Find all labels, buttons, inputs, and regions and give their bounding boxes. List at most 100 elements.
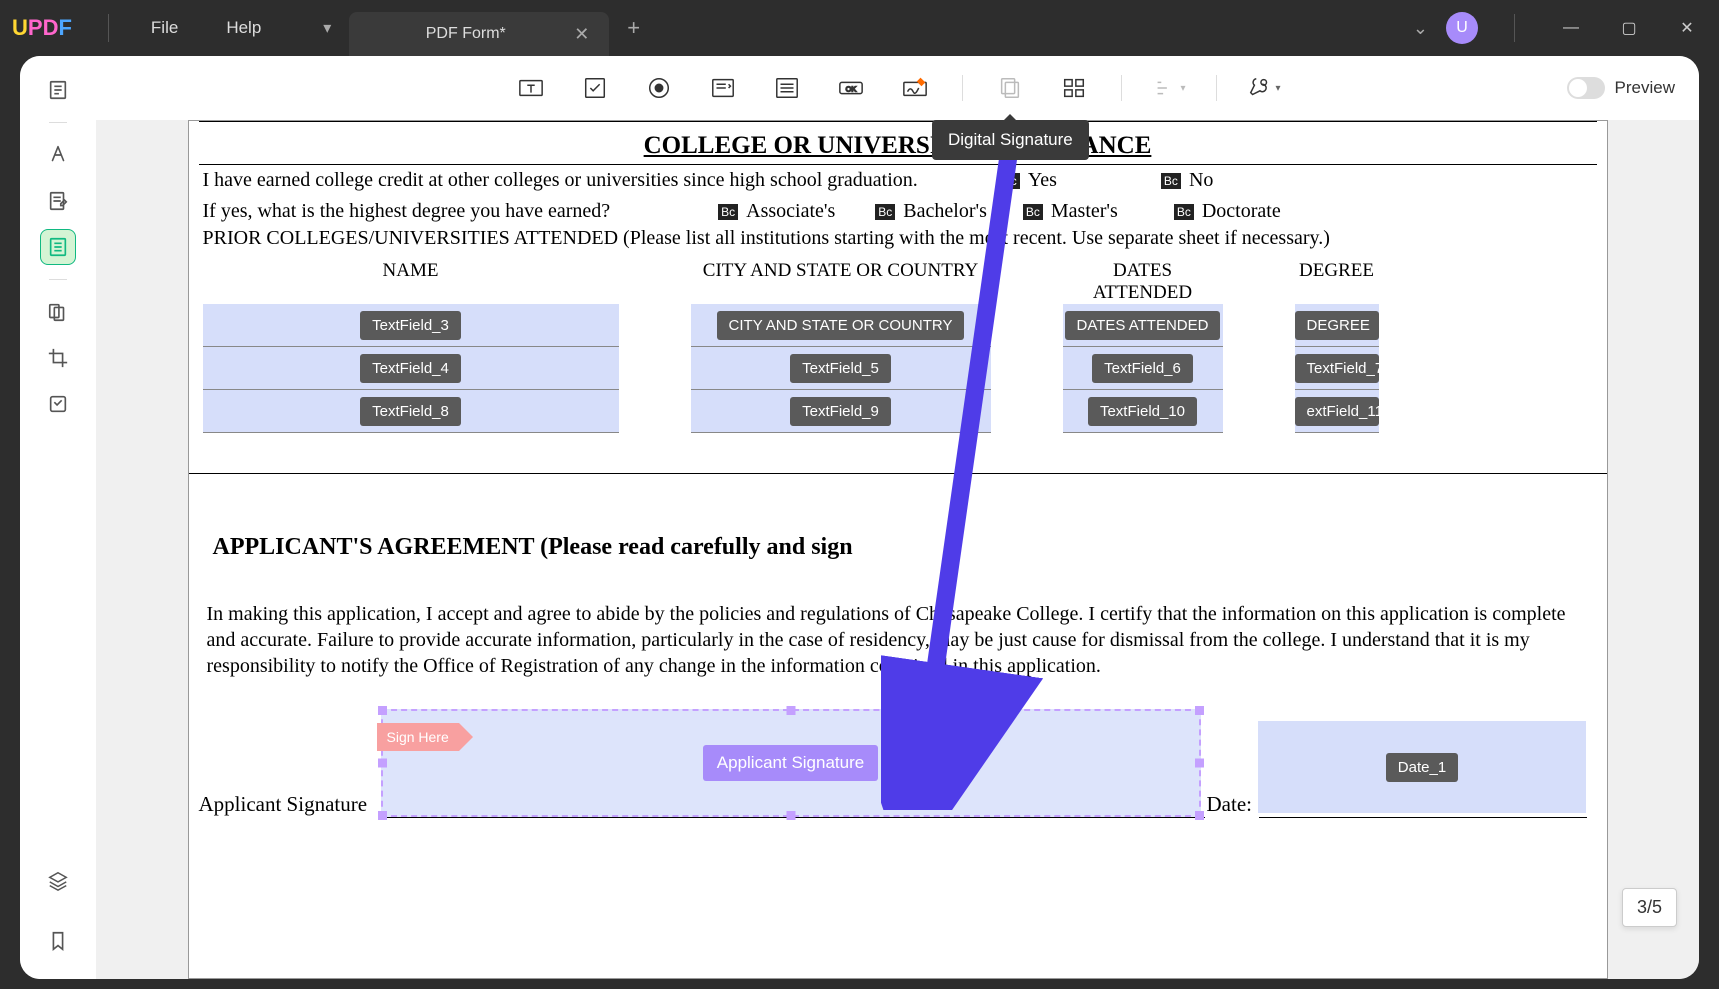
opt-yes[interactable]: BcYes — [1000, 169, 1057, 192]
organize-icon[interactable] — [40, 294, 76, 330]
separator — [49, 279, 67, 280]
separator — [49, 122, 67, 123]
sign-here-tag: Sign Here — [377, 723, 459, 751]
preview-toggle[interactable] — [1567, 77, 1605, 99]
degree-question-row: If yes, what is the highest degree you h… — [199, 192, 1597, 223]
content-area: OK ▾ ▾ Preview Digital Signature COLLEGE… — [96, 56, 1699, 979]
align-tool-icon[interactable] — [1057, 71, 1091, 105]
button-tool-icon[interactable]: OK — [834, 71, 868, 105]
bookmark-icon[interactable] — [40, 923, 76, 959]
tools-icon[interactable]: ▾ — [1247, 71, 1281, 105]
minimize-icon[interactable]: — — [1551, 8, 1591, 48]
textfield[interactable]: DEGREE — [1295, 304, 1379, 347]
copy-tool-icon[interactable] — [993, 71, 1027, 105]
textfield[interactable]: TextField_9 — [691, 390, 991, 433]
signature-field[interactable]: Sign Here Applicant Signature — [381, 709, 1201, 817]
date-field-label: Date_1 — [1386, 753, 1458, 782]
chevron-down-icon[interactable]: ⌄ — [1413, 18, 1428, 39]
th-dates: DATES ATTENDED — [1063, 260, 1223, 304]
resize-handle[interactable] — [786, 811, 795, 820]
agreement-text: In making this application, I accept and… — [199, 591, 1597, 709]
table-row: TextField_4 TextField_5 TextField_6 Text… — [203, 347, 1593, 390]
signature-field-label: Applicant Signature — [703, 745, 878, 781]
svg-text:OK: OK — [846, 85, 857, 94]
section-title: COLLEGE OR UNIVERSITY ATTENDANCE — [199, 122, 1597, 164]
layers-icon[interactable] — [40, 863, 76, 899]
form-icon[interactable] — [40, 229, 76, 265]
th-degree: DEGREE — [1295, 260, 1379, 304]
credit-question-text: I have earned college credit at other co… — [203, 169, 918, 192]
table-row: TextField_8 TextField_9 TextField_10 ext… — [203, 390, 1593, 433]
pdf-page: COLLEGE OR UNIVERSITY ATTENDANCE I have … — [188, 120, 1608, 979]
colleges-table: NAME CITY AND STATE OR COUNTRY DATES ATT… — [199, 260, 1597, 473]
comment-icon[interactable] — [40, 137, 76, 173]
tab-close-icon[interactable]: ✕ — [574, 24, 589, 45]
home-tab[interactable]: ▾ — [305, 0, 349, 56]
titlebar: UPDF File Help ▾ PDF Form* ✕ + ⌄ U — ▢ ✕ — [0, 0, 1719, 56]
resize-handle[interactable] — [378, 759, 387, 768]
sidebar — [20, 56, 96, 979]
prior-colleges-text: PRIOR COLLEGES/UNIVERSITIES ATTENDED (Pl… — [199, 223, 1597, 260]
form-toolbar: OK ▾ ▾ Preview — [96, 56, 1699, 120]
textfield-tool-icon[interactable] — [514, 71, 548, 105]
textfield[interactable]: TextField_3 — [203, 304, 619, 347]
resize-handle[interactable] — [786, 706, 795, 715]
reader-icon[interactable] — [40, 72, 76, 108]
resize-handle[interactable] — [1195, 759, 1204, 768]
degree-question-text: If yes, what is the highest degree you h… — [203, 200, 611, 223]
checkbox-tool-icon[interactable] — [578, 71, 612, 105]
tab-area: ▾ PDF Form* ✕ + — [305, 0, 658, 56]
opt-no[interactable]: BcNo — [1161, 169, 1213, 192]
opt-bachelor[interactable]: BcBachelor's — [875, 200, 987, 223]
textfield[interactable]: extField_11 — [1295, 390, 1379, 433]
maximize-icon[interactable]: ▢ — [1609, 8, 1649, 48]
opt-master[interactable]: BcMaster's — [1023, 200, 1118, 223]
divider — [1514, 14, 1515, 42]
tab-add-icon[interactable]: + — [609, 15, 658, 41]
date-field[interactable]: Date_1 — [1258, 721, 1586, 813]
distribute-tool-icon[interactable]: ▾ — [1152, 71, 1186, 105]
textfield[interactable]: TextField_7 — [1295, 347, 1379, 390]
preview-label: Preview — [1615, 78, 1675, 98]
radio-tool-icon[interactable] — [642, 71, 676, 105]
separator — [1216, 75, 1217, 101]
dropdown-tool-icon[interactable] — [706, 71, 740, 105]
redact-icon[interactable] — [40, 386, 76, 422]
resize-handle[interactable] — [378, 706, 387, 715]
signature-field-wrapper: Sign Here Applicant Signature — [381, 709, 1201, 817]
document-viewport[interactable]: COLLEGE OR UNIVERSITY ATTENDANCE I have … — [96, 120, 1699, 979]
signature-label: Applicant Signature — [199, 792, 385, 817]
separator — [1121, 75, 1122, 101]
tooltip: Digital Signature — [932, 120, 1089, 160]
resize-handle[interactable] — [1195, 811, 1204, 820]
th-city: CITY AND STATE OR COUNTRY — [691, 260, 991, 304]
menu-file[interactable]: File — [127, 18, 202, 38]
edit-icon[interactable] — [40, 183, 76, 219]
date-label: Date: — [1207, 792, 1252, 817]
opt-associate[interactable]: BcAssociate's — [718, 200, 835, 223]
document-tab[interactable]: PDF Form* ✕ — [349, 12, 609, 56]
opt-doctorate[interactable]: BcDoctorate — [1174, 200, 1281, 223]
close-icon[interactable]: ✕ — [1667, 8, 1707, 48]
textfield[interactable]: TextField_6 — [1063, 347, 1223, 390]
resize-handle[interactable] — [378, 811, 387, 820]
textfield[interactable]: TextField_4 — [203, 347, 619, 390]
signature-tool-icon[interactable] — [898, 71, 932, 105]
textfield[interactable]: TextField_8 — [203, 390, 619, 433]
separator — [962, 75, 963, 101]
textfield[interactable]: DATES ATTENDED — [1063, 304, 1223, 347]
table-header: NAME CITY AND STATE OR COUNTRY DATES ATT… — [203, 260, 1593, 304]
tab-name: PDF Form* — [369, 25, 562, 43]
titlebar-right: ⌄ U — ▢ ✕ — [1413, 8, 1707, 48]
textfield[interactable]: TextField_5 — [691, 347, 991, 390]
app-logo: UPDF — [12, 15, 72, 41]
user-avatar[interactable]: U — [1446, 12, 1478, 44]
listbox-tool-icon[interactable] — [770, 71, 804, 105]
page-indicator[interactable]: 3/5 — [1622, 888, 1677, 927]
resize-handle[interactable] — [1195, 706, 1204, 715]
agreement-title: APPLICANT'S AGREEMENT (Please read caref… — [199, 474, 1597, 591]
crop-icon[interactable] — [40, 340, 76, 376]
menu-help[interactable]: Help — [202, 18, 285, 38]
textfield[interactable]: CITY AND STATE OR COUNTRY — [691, 304, 991, 347]
textfield[interactable]: TextField_10 — [1063, 390, 1223, 433]
